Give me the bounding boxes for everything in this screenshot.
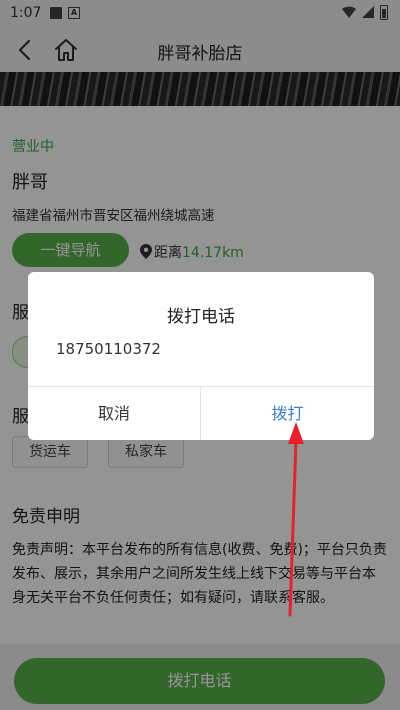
dialog-confirm-call-button[interactable]: 拨打 — [201, 387, 374, 440]
dialog-title: 拨打电话 — [167, 307, 235, 327]
call-dialog: 拨打电话 18750110372 取消 拨打 — [28, 272, 374, 440]
dialog-cancel-button[interactable]: 取消 — [28, 387, 200, 440]
dialog-phone-number: 18750110372 — [56, 340, 161, 358]
